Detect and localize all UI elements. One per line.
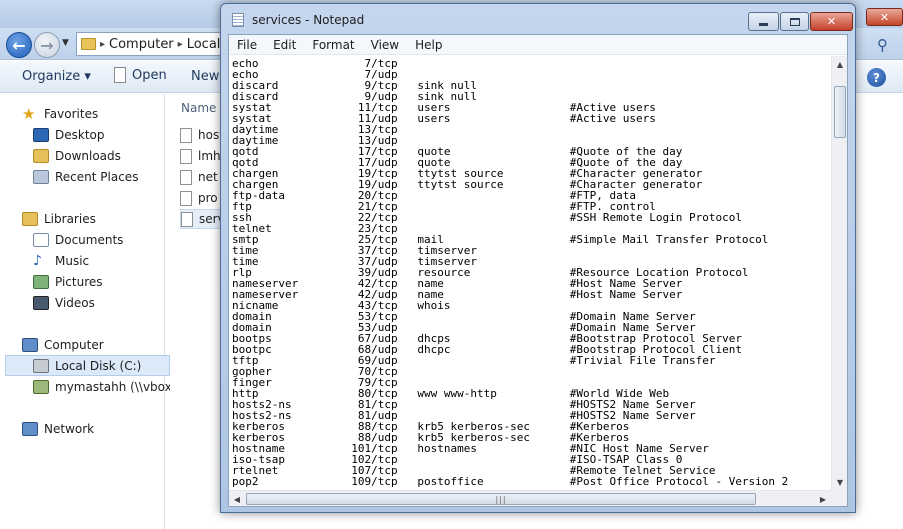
videos-icon (33, 295, 49, 310)
maximize-button[interactable] (780, 12, 809, 31)
nav-computer[interactable]: Computer (22, 334, 187, 355)
documents-icon (33, 232, 49, 247)
forward-arrow-icon: → (40, 35, 54, 55)
maximize-icon (789, 17, 800, 26)
scrollbar-corner (831, 490, 847, 506)
document-icon (114, 67, 126, 83)
file-icon (180, 148, 192, 164)
breadcrumb-separator-icon[interactable]: ▸ (100, 39, 105, 50)
file-icon (180, 169, 192, 185)
menu-view[interactable]: View (363, 35, 407, 55)
scroll-up-icon[interactable]: ▲ (832, 56, 848, 72)
libraries-icon (22, 211, 38, 226)
network-icon (22, 421, 38, 436)
menu-file[interactable]: File (229, 35, 265, 55)
star-icon: ★ (22, 104, 36, 123)
text-line: pop2 109/tcp postoffice #Post Office Pro… (232, 475, 789, 488)
help-button[interactable]: ? (867, 68, 886, 87)
navigation-pane: ★ Favorites Desktop Downloads Recent Pla… (0, 94, 172, 529)
window-title: services - Notepad (252, 13, 365, 27)
menu-bar: File Edit Format View Help (229, 35, 847, 55)
scroll-right-icon[interactable]: ▶ (815, 491, 831, 507)
horizontal-scrollbar[interactable]: ◀ ||| ▶ (229, 490, 831, 506)
column-header-name[interactable]: Name (181, 101, 216, 115)
nav-computer-label: Computer (44, 337, 104, 352)
nav-pictures-label: Pictures (55, 274, 103, 289)
search-icon[interactable]: ⚲ (877, 36, 888, 54)
breadcrumb-separator-icon[interactable]: ▸ (178, 39, 183, 50)
scroll-left-icon[interactable]: ◀ (229, 491, 245, 507)
file-icon (180, 127, 192, 143)
close-icon: ✕ (826, 15, 837, 28)
forward-button[interactable]: → (34, 32, 60, 58)
nav-videos-label: Videos (55, 295, 95, 310)
hard-drive-icon (33, 358, 49, 373)
recent-pages-chevron-down-icon[interactable]: ▼ (62, 38, 69, 48)
file-name: lmh (198, 149, 221, 163)
nav-music-label: Music (55, 253, 90, 268)
nav-desktop-label: Desktop (55, 127, 105, 142)
editor-text: echo 7/tcp echo 7/udp discard 9/tcp sink… (229, 56, 831, 487)
nav-network[interactable]: Network (22, 418, 187, 439)
recent-places-icon (33, 169, 49, 184)
horizontal-scroll-thumb[interactable]: ||| (246, 493, 756, 505)
close-button[interactable]: ✕ (810, 12, 853, 31)
nav-favorites[interactable]: ★ Favorites (22, 103, 187, 124)
nav-network-label: Network (44, 421, 95, 436)
menu-format[interactable]: Format (304, 35, 362, 55)
notepad-window: services - Notepad ✕ File Edit Format Vi… (220, 3, 856, 513)
nav-recent-places-label: Recent Places (55, 169, 139, 184)
vertical-scroll-thumb[interactable] (834, 86, 846, 138)
notepad-client-area: File Edit Format View Help echo 7/tcp ec… (228, 34, 848, 507)
breadcrumb-local-disk[interactable]: Local (187, 37, 221, 52)
computer-icon (22, 337, 38, 352)
desktop-icon (33, 127, 49, 142)
menu-edit[interactable]: Edit (265, 35, 304, 55)
nav-local-disk[interactable]: Local Disk (C:) (5, 355, 170, 376)
nav-favorites-label: Favorites (44, 106, 99, 121)
open-button[interactable]: Open (114, 67, 167, 83)
menu-help[interactable]: Help (407, 35, 450, 55)
open-button-label: Open (132, 67, 167, 83)
file-icon (180, 190, 192, 206)
notepad-titlebar[interactable]: services - Notepad ✕ (221, 4, 855, 34)
file-name: pro (198, 191, 218, 205)
notepad-icon (232, 13, 244, 27)
downloads-folder-icon (33, 148, 49, 163)
nav-documents-label: Documents (55, 232, 124, 247)
music-icon: ♪ (33, 252, 42, 269)
nav-downloads-label: Downloads (55, 148, 121, 163)
back-button[interactable]: ← (6, 32, 32, 58)
pictures-icon (33, 274, 49, 289)
nav-libraries[interactable]: Libraries (22, 208, 187, 229)
organize-button[interactable]: Organize ▾ (22, 69, 91, 84)
vertical-scrollbar[interactable]: ▲ ▼ (831, 56, 847, 490)
minimize-icon (759, 23, 768, 26)
folder-icon (81, 38, 96, 50)
nav-local-disk-label: Local Disk (C:) (55, 358, 142, 373)
scroll-down-icon[interactable]: ▼ (832, 474, 848, 490)
address-bar[interactable]: ▸ Computer ▸ Local (76, 32, 224, 56)
nav-libraries-label: Libraries (44, 211, 96, 226)
nav-network-share-label: mymastahh (\\vbox (55, 379, 172, 394)
explorer-close-button[interactable]: ✕ (866, 8, 903, 26)
file-name: net (198, 170, 218, 184)
back-arrow-icon: ← (12, 35, 26, 55)
breadcrumb-computer[interactable]: Computer (109, 37, 174, 52)
text-editor[interactable]: echo 7/tcp echo 7/udp discard 9/tcp sink… (229, 56, 831, 490)
minimize-button[interactable] (748, 12, 779, 31)
file-icon (181, 211, 193, 227)
network-drive-icon (33, 379, 49, 394)
